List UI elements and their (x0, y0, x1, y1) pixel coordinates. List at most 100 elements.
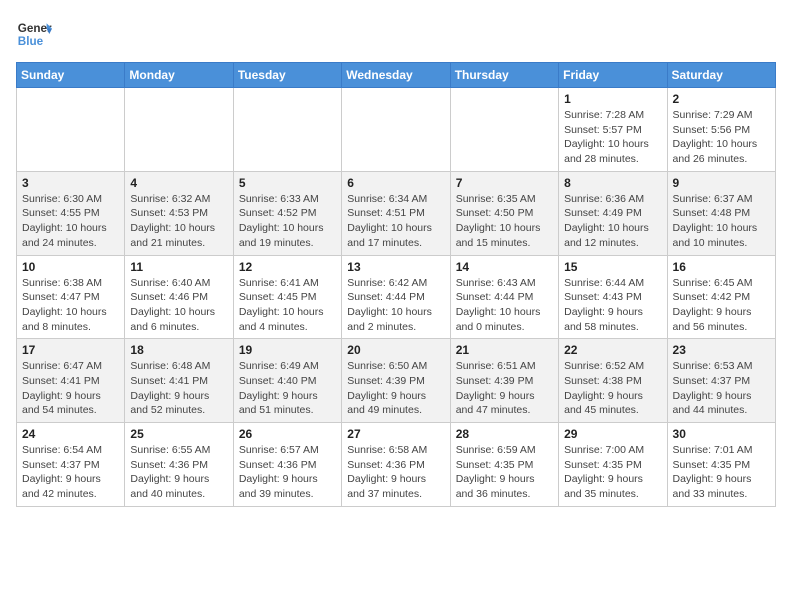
calendar-cell (125, 88, 233, 172)
calendar-cell: 1Sunrise: 7:28 AM Sunset: 5:57 PM Daylig… (559, 88, 667, 172)
calendar-cell: 5 Sunrise: 6:33 AM Sunset: 4:52 PM Daylig… (233, 171, 341, 255)
calendar-week-row: 17Sunrise: 6:47 AM Sunset: 4:41 PM Dayli… (17, 339, 776, 423)
weekday-header-row: SundayMondayTuesdayWednesdayThursdayFrid… (17, 63, 776, 88)
day-number: 2 (673, 92, 770, 106)
day-number: 28 (456, 427, 553, 441)
calendar-table: SundayMondayTuesdayWednesdayThursdayFrid… (16, 62, 776, 507)
day-info: Sunrise: 7:29 AM Sunset: 5:56 PM Dayligh… (673, 108, 770, 167)
weekday-header: Saturday (667, 63, 775, 88)
calendar-cell (233, 88, 341, 172)
day-number: 11 (130, 260, 227, 274)
calendar-cell: 10 Sunrise: 6:38 AM Sunset: 4:47 PM Dayli… (17, 255, 125, 339)
weekday-header: Wednesday (342, 63, 450, 88)
weekday-header: Tuesday (233, 63, 341, 88)
day-number: 12 (239, 260, 336, 274)
calendar-cell: 13 Sunrise: 6:42 AM Sunset: 4:44 PM Dayli… (342, 255, 450, 339)
day-number: 13 (347, 260, 444, 274)
calendar-week-row: 24 Sunrise: 6:54 AM Sunset: 4:37 PM Dayli… (17, 423, 776, 507)
calendar-cell: 14Sunrise: 6:43 AM Sunset: 4:44 PM Dayli… (450, 255, 558, 339)
day-info: Sunrise: 6:36 AM Sunset: 4:49 PM Dayligh… (564, 192, 661, 251)
calendar-week-row: 3Sunrise: 6:30 AM Sunset: 4:55 PM Daylig… (17, 171, 776, 255)
day-number: 8 (564, 176, 661, 190)
calendar-cell: 24 Sunrise: 6:54 AM Sunset: 4:37 PM Dayli… (17, 423, 125, 507)
day-info: Sunrise: 6:41 AM Sunset: 4:45 PM Dayligh… (239, 276, 336, 335)
day-info: Sunrise: 6:40 AM Sunset: 4:46 PM Dayligh… (130, 276, 227, 335)
day-number: 18 (130, 343, 227, 357)
weekday-header: Monday (125, 63, 233, 88)
day-number: 29 (564, 427, 661, 441)
day-number: 26 (239, 427, 336, 441)
day-info: Sunrise: 6:52 AM Sunset: 4:38 PM Dayligh… (564, 359, 661, 418)
calendar-cell: 25Sunrise: 6:55 AM Sunset: 4:36 PM Dayli… (125, 423, 233, 507)
day-info: Sunrise: 6:57 AM Sunset: 4:36 PM Dayligh… (239, 443, 336, 502)
day-number: 14 (456, 260, 553, 274)
day-info: Sunrise: 6:47 AM Sunset: 4:41 PM Dayligh… (22, 359, 119, 418)
logo: General Blue (16, 16, 52, 52)
day-info: Sunrise: 6:58 AM Sunset: 4:36 PM Dayligh… (347, 443, 444, 502)
day-number: 24 (22, 427, 119, 441)
day-number: 6 (347, 176, 444, 190)
day-number: 20 (347, 343, 444, 357)
weekday-header: Thursday (450, 63, 558, 88)
day-number: 30 (673, 427, 770, 441)
calendar-cell: 22Sunrise: 6:52 AM Sunset: 4:38 PM Dayli… (559, 339, 667, 423)
calendar-cell: 21 Sunrise: 6:51 AM Sunset: 4:39 PM Dayli… (450, 339, 558, 423)
calendar-cell: 11 Sunrise: 6:40 AM Sunset: 4:46 PM Dayli… (125, 255, 233, 339)
day-info: Sunrise: 6:42 AM Sunset: 4:44 PM Dayligh… (347, 276, 444, 335)
day-info: Sunrise: 7:28 AM Sunset: 5:57 PM Dayligh… (564, 108, 661, 167)
day-number: 16 (673, 260, 770, 274)
day-info: Sunrise: 6:44 AM Sunset: 4:43 PM Dayligh… (564, 276, 661, 335)
calendar-cell: 19 Sunrise: 6:49 AM Sunset: 4:40 PM Dayli… (233, 339, 341, 423)
calendar-week-row: 10 Sunrise: 6:38 AM Sunset: 4:47 PM Dayli… (17, 255, 776, 339)
day-info: Sunrise: 6:53 AM Sunset: 4:37 PM Dayligh… (673, 359, 770, 418)
calendar-cell: 30 Sunrise: 7:01 AM Sunset: 4:35 PM Dayli… (667, 423, 775, 507)
day-number: 21 (456, 343, 553, 357)
day-number: 4 (130, 176, 227, 190)
day-number: 25 (130, 427, 227, 441)
weekday-header: Sunday (17, 63, 125, 88)
day-number: 10 (22, 260, 119, 274)
calendar-cell: 23 Sunrise: 6:53 AM Sunset: 4:37 PM Dayli… (667, 339, 775, 423)
day-info: Sunrise: 6:30 AM Sunset: 4:55 PM Dayligh… (22, 192, 119, 251)
day-info: Sunrise: 7:01 AM Sunset: 4:35 PM Dayligh… (673, 443, 770, 502)
day-number: 27 (347, 427, 444, 441)
day-info: Sunrise: 6:45 AM Sunset: 4:42 PM Dayligh… (673, 276, 770, 335)
calendar-cell: 7Sunrise: 6:35 AM Sunset: 4:50 PM Daylig… (450, 171, 558, 255)
day-info: Sunrise: 6:54 AM Sunset: 4:37 PM Dayligh… (22, 443, 119, 502)
page-header: General Blue (16, 16, 776, 52)
logo-icon: General Blue (16, 16, 52, 52)
calendar-cell: 16 Sunrise: 6:45 AM Sunset: 4:42 PM Dayli… (667, 255, 775, 339)
calendar-cell: 15Sunrise: 6:44 AM Sunset: 4:43 PM Dayli… (559, 255, 667, 339)
day-info: Sunrise: 6:48 AM Sunset: 4:41 PM Dayligh… (130, 359, 227, 418)
calendar-cell: 29 Sunrise: 7:00 AM Sunset: 4:35 PM Dayli… (559, 423, 667, 507)
calendar-cell: 8 Sunrise: 6:36 AM Sunset: 4:49 PM Daylig… (559, 171, 667, 255)
calendar-cell (342, 88, 450, 172)
calendar-cell: 9 Sunrise: 6:37 AM Sunset: 4:48 PM Daylig… (667, 171, 775, 255)
svg-text:Blue: Blue (18, 35, 44, 48)
calendar-cell: 2 Sunrise: 7:29 AM Sunset: 5:56 PM Daylig… (667, 88, 775, 172)
day-number: 9 (673, 176, 770, 190)
calendar-week-row: 1Sunrise: 7:28 AM Sunset: 5:57 PM Daylig… (17, 88, 776, 172)
calendar-cell: 3Sunrise: 6:30 AM Sunset: 4:55 PM Daylig… (17, 171, 125, 255)
day-info: Sunrise: 6:32 AM Sunset: 4:53 PM Dayligh… (130, 192, 227, 251)
calendar-cell: 28Sunrise: 6:59 AM Sunset: 4:35 PM Dayli… (450, 423, 558, 507)
day-number: 19 (239, 343, 336, 357)
day-number: 7 (456, 176, 553, 190)
calendar-cell (450, 88, 558, 172)
day-number: 5 (239, 176, 336, 190)
day-number: 23 (673, 343, 770, 357)
day-info: Sunrise: 6:51 AM Sunset: 4:39 PM Dayligh… (456, 359, 553, 418)
calendar-cell: 20Sunrise: 6:50 AM Sunset: 4:39 PM Dayli… (342, 339, 450, 423)
day-info: Sunrise: 7:00 AM Sunset: 4:35 PM Dayligh… (564, 443, 661, 502)
calendar-cell: 27 Sunrise: 6:58 AM Sunset: 4:36 PM Dayli… (342, 423, 450, 507)
day-info: Sunrise: 6:38 AM Sunset: 4:47 PM Dayligh… (22, 276, 119, 335)
calendar-cell: 18 Sunrise: 6:48 AM Sunset: 4:41 PM Dayli… (125, 339, 233, 423)
day-info: Sunrise: 6:49 AM Sunset: 4:40 PM Dayligh… (239, 359, 336, 418)
day-info: Sunrise: 6:33 AM Sunset: 4:52 PM Dayligh… (239, 192, 336, 251)
calendar-cell: 26 Sunrise: 6:57 AM Sunset: 4:36 PM Dayli… (233, 423, 341, 507)
calendar-cell: 4 Sunrise: 6:32 AM Sunset: 4:53 PM Daylig… (125, 171, 233, 255)
calendar-cell (17, 88, 125, 172)
day-info: Sunrise: 6:37 AM Sunset: 4:48 PM Dayligh… (673, 192, 770, 251)
calendar-cell: 17Sunrise: 6:47 AM Sunset: 4:41 PM Dayli… (17, 339, 125, 423)
calendar-cell: 12 Sunrise: 6:41 AM Sunset: 4:45 PM Dayli… (233, 255, 341, 339)
